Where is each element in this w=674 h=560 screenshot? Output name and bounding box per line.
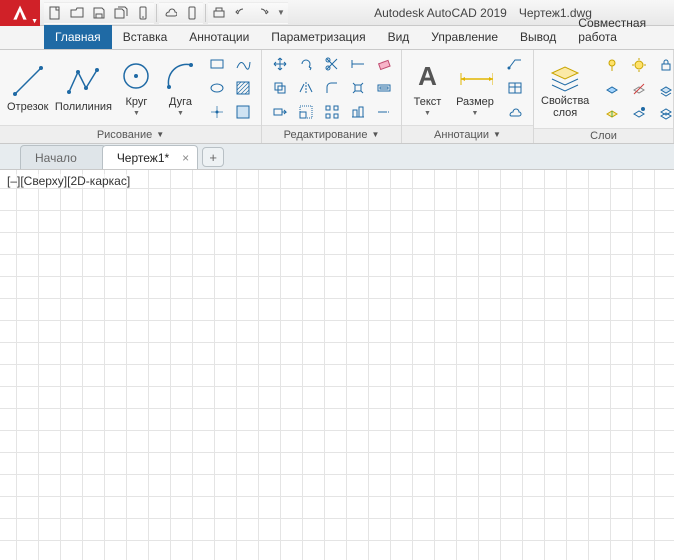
tab-home[interactable]: Главная [44,25,112,49]
erase-icon[interactable] [372,53,396,75]
plot-icon[interactable] [208,2,230,24]
layer-off-icon[interactable] [627,78,651,100]
arc-button[interactable]: Дуга ▼ [161,54,199,122]
explode-icon[interactable] [346,77,370,99]
grid-background [0,170,674,560]
open-icon[interactable] [66,2,88,24]
drawing-area[interactable]: [–][Сверху][2D-каркас] [0,170,674,560]
line-icon [10,63,46,99]
layer-walk-icon[interactable] [627,102,651,124]
mobile-icon[interactable] [132,2,154,24]
table-icon[interactable] [503,77,527,99]
tab-annotate[interactable]: Аннотации [178,25,260,49]
trim-icon[interactable] [320,53,344,75]
copy-icon[interactable] [268,77,292,99]
layer-iso-icon[interactable] [600,78,624,100]
lengthen-icon[interactable] [372,101,396,123]
line-button[interactable]: Отрезок [6,54,49,122]
panel-annotation-title[interactable]: Аннотации▼ [402,125,533,143]
panel-draw-title[interactable]: Рисование▼ [0,125,261,143]
layer-quick-tools [598,52,674,126]
layer-prev-icon[interactable] [654,78,674,100]
mirror-icon[interactable] [294,77,318,99]
panel-layers-title[interactable]: Слои [534,128,673,143]
dimension-icon [457,58,493,94]
doctab-start[interactable]: Начало [20,145,106,169]
qat-dropdown-icon[interactable]: ▼ [274,2,288,24]
new-icon[interactable] [44,2,66,24]
panel-modify-title[interactable]: Редактирование▼ [262,125,401,143]
point-icon[interactable] [205,101,229,123]
circle-icon [118,58,154,94]
layer-merge-icon[interactable] [654,102,674,124]
tab-output[interactable]: Вывод [509,25,567,49]
tab-view[interactable]: Вид [377,25,421,49]
polyline-icon [65,63,101,99]
tab-parametric[interactable]: Параметризация [260,25,376,49]
panel-annotation: A Текст ▼ Размер ▼ Аннотации▼ [402,50,534,143]
document-tabs: Начало Чертеж1* × + [0,144,674,170]
ribbon: Отрезок Полилиния Круг ▼ Дуга ▼ [0,50,674,144]
app-menu-button[interactable]: ▼ [0,0,40,26]
app-name: Autodesk AutoCAD 2019 [374,6,507,20]
close-icon[interactable]: × [182,151,189,165]
layer-properties-button[interactable]: Свойства слоя [540,55,590,123]
arc-icon [162,58,198,94]
text-icon: A [409,58,445,94]
scale-icon[interactable] [294,101,318,123]
align-icon[interactable] [346,101,370,123]
stretch-icon[interactable] [268,101,292,123]
saveall-icon[interactable] [110,2,132,24]
layer-properties-icon [547,58,583,94]
array-icon[interactable] [320,101,344,123]
panel-modify: Редактирование▼ [262,50,402,143]
doctab-drawing1[interactable]: Чертеж1* × [102,145,198,169]
tab-collab[interactable]: Совместная работа [567,11,674,49]
rotate-icon[interactable] [294,53,318,75]
fillet-icon[interactable] [320,77,344,99]
quick-access-toolbar: ▼ [40,2,292,24]
cloud-icon[interactable] [503,101,527,123]
ellipse-icon[interactable] [205,77,229,99]
panel-draw: Отрезок Полилиния Круг ▼ Дуга ▼ [0,50,262,143]
leader-icon[interactable] [503,53,527,75]
offset-icon[interactable] [372,77,396,99]
tab-manage[interactable]: Управление [420,25,509,49]
viewport-controls[interactable]: [–][Сверху][2D-каркас] [6,174,131,188]
tab-insert[interactable]: Вставка [112,25,179,49]
modify-tools [268,53,396,123]
hatch-icon[interactable] [231,77,255,99]
ribbon-tabs: Главная Вставка Аннотации Параметризация… [0,26,674,50]
cloud-mobile-icon[interactable] [181,2,203,24]
move-icon[interactable] [268,53,292,75]
save-icon[interactable] [88,2,110,24]
polyline-button[interactable]: Полилиния [55,54,111,122]
redo-icon[interactable] [252,2,274,24]
undo-icon[interactable] [230,2,252,24]
region-icon[interactable] [231,101,255,123]
circle-button[interactable]: Круг ▼ [117,54,155,122]
new-tab-button[interactable]: + [202,147,224,167]
extend-icon[interactable] [346,53,370,75]
dimension-button[interactable]: Размер ▼ [453,54,497,122]
text-button[interactable]: A Текст ▼ [408,54,447,122]
layer-on-icon[interactable] [600,54,624,76]
cloud-open-icon[interactable] [159,2,181,24]
layer-make-current-icon[interactable] [600,102,624,124]
spline-icon[interactable] [231,53,255,75]
layer-freeze-icon[interactable] [627,54,651,76]
draw-small-tools [205,53,255,123]
layer-lock-icon[interactable] [654,54,674,76]
rectangle-icon[interactable] [205,53,229,75]
panel-layers: Свойства слоя [534,50,674,143]
